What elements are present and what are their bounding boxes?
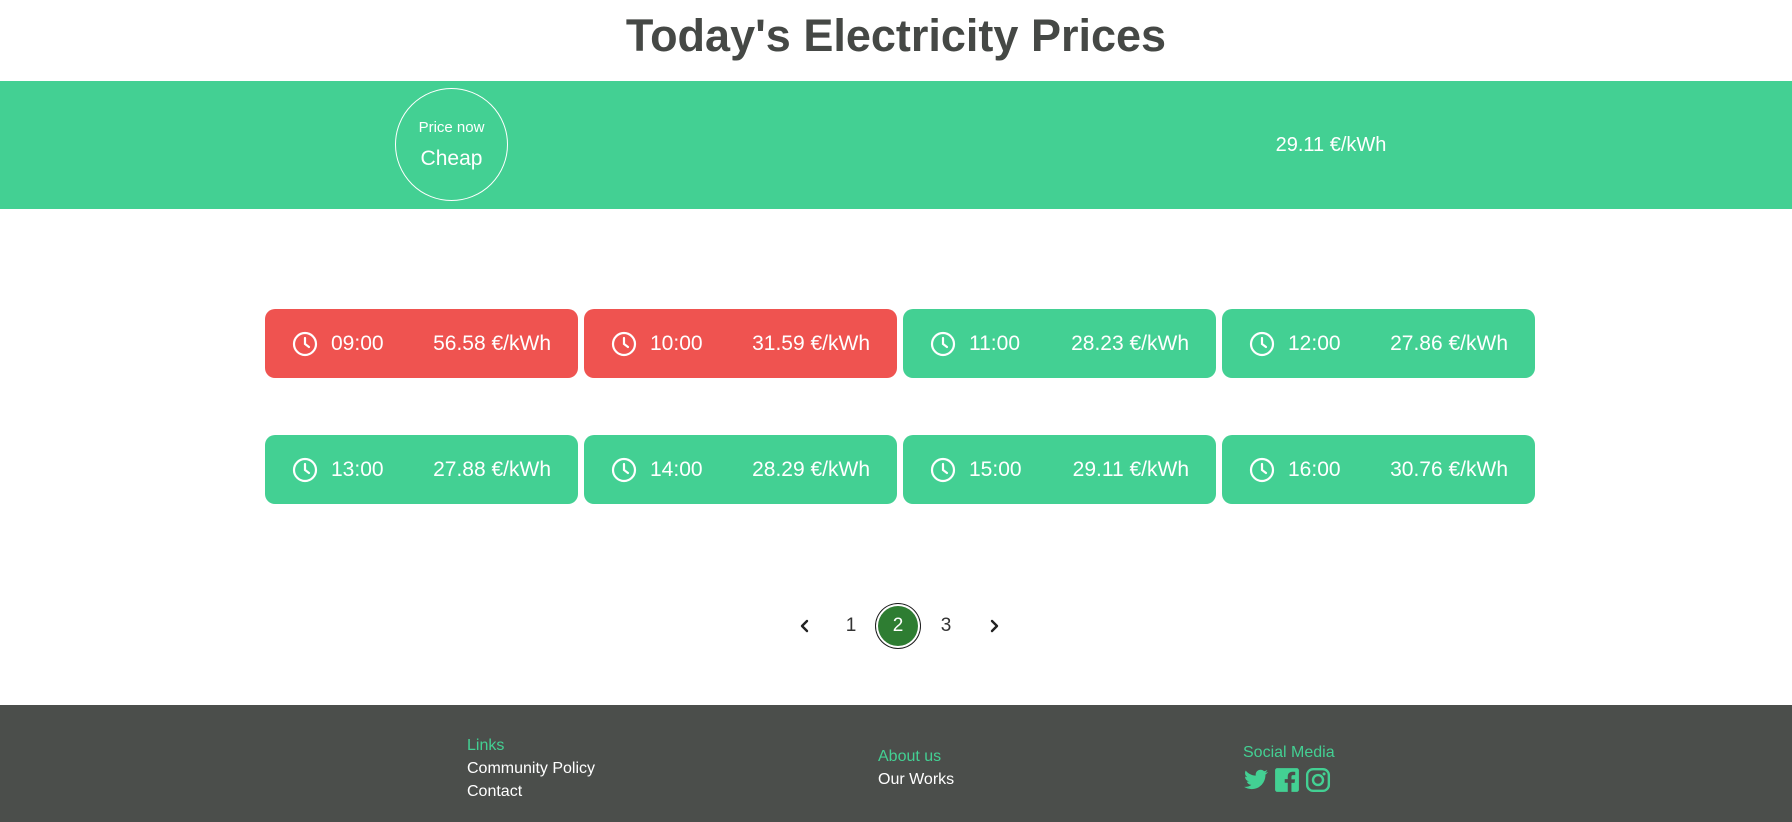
community-policy-link[interactable]: Community Policy (467, 757, 595, 780)
clock-icon (292, 457, 318, 483)
price-now-banner: Price now Cheap 29.11 €/kWh (0, 81, 1792, 209)
our-works-link[interactable]: Our Works (878, 768, 954, 791)
clock-icon (1249, 331, 1275, 357)
hour-tile[interactable]: 09:00 56.58 €/kWh (265, 309, 578, 378)
footer-about-heading: About us (878, 748, 942, 765)
hour-time: 12:00 (1288, 332, 1341, 355)
clock-icon (930, 331, 956, 357)
page-1-button[interactable]: 1 (829, 604, 873, 648)
hour-price: 28.29 €/kWh (752, 458, 870, 481)
clock-icon (611, 331, 637, 357)
hour-time: 11:00 (969, 332, 1020, 355)
price-now-circle: Price now Cheap (395, 88, 508, 201)
instagram-icon[interactable] (1305, 767, 1331, 793)
hour-time: 14:00 (650, 458, 703, 481)
hour-tile[interactable]: 14:00 28.29 €/kWh (584, 435, 897, 504)
chevron-right-icon (990, 619, 999, 633)
hour-time: 15:00 (969, 458, 1022, 481)
hour-time: 10:00 (650, 332, 703, 355)
hour-price: 29.11 €/kWh (1072, 458, 1189, 481)
hour-price: 30.76 €/kWh (1390, 458, 1508, 481)
facebook-icon[interactable] (1274, 767, 1300, 793)
hour-tile[interactable]: 11:00 28.23 €/kWh (903, 309, 1216, 378)
chevron-left-icon (800, 619, 809, 633)
contact-link[interactable]: Contact (467, 780, 595, 803)
twitter-icon[interactable] (1243, 767, 1269, 793)
hour-time: 16:00 (1288, 458, 1341, 481)
hour-tile[interactable]: 12:00 27.86 €/kWh (1222, 309, 1535, 378)
hour-price: 56.58 €/kWh (433, 332, 551, 355)
clock-icon (930, 457, 956, 483)
footer-links-column: Links Community Policy Contact (467, 734, 595, 803)
footer-links-heading: Links (467, 737, 505, 754)
clock-icon (611, 457, 637, 483)
footer-social-column: Social Media (1243, 741, 1335, 793)
page-title: Today's Electricity Prices (625, 10, 1167, 61)
hour-tile[interactable]: 15:00 29.11 €/kWh (903, 435, 1216, 504)
hour-price: 27.88 €/kWh (433, 458, 551, 481)
clock-icon (1249, 457, 1275, 483)
price-now-label: Price now (418, 119, 485, 136)
hour-time: 13:00 (331, 458, 384, 481)
pagination: 1 2 3 (0, 604, 1792, 648)
hour-time: 09:00 (331, 332, 384, 355)
page-2-button[interactable]: 2 (878, 606, 918, 646)
hour-price: 27.86 €/kWh (1390, 332, 1508, 355)
footer-social-heading: Social Media (1243, 744, 1335, 761)
hour-tile[interactable]: 16:00 30.76 €/kWh (1222, 435, 1535, 504)
footer-about-column: About us Our Works (878, 745, 954, 791)
page-3-button[interactable]: 3 (924, 604, 968, 648)
prev-page-button[interactable] (783, 604, 827, 648)
current-price: 29.11 €/kWh (1275, 134, 1387, 156)
hour-price: 28.23 €/kWh (1071, 332, 1189, 355)
hour-tile[interactable]: 13:00 27.88 €/kWh (265, 435, 578, 504)
next-page-button[interactable] (972, 604, 1016, 648)
hour-price: 31.59 €/kWh (752, 332, 870, 355)
hour-tile[interactable]: 10:00 31.59 €/kWh (584, 309, 897, 378)
clock-icon (292, 331, 318, 357)
price-status: Cheap (420, 147, 483, 170)
footer: Links Community Policy Contact About us … (0, 705, 1792, 822)
